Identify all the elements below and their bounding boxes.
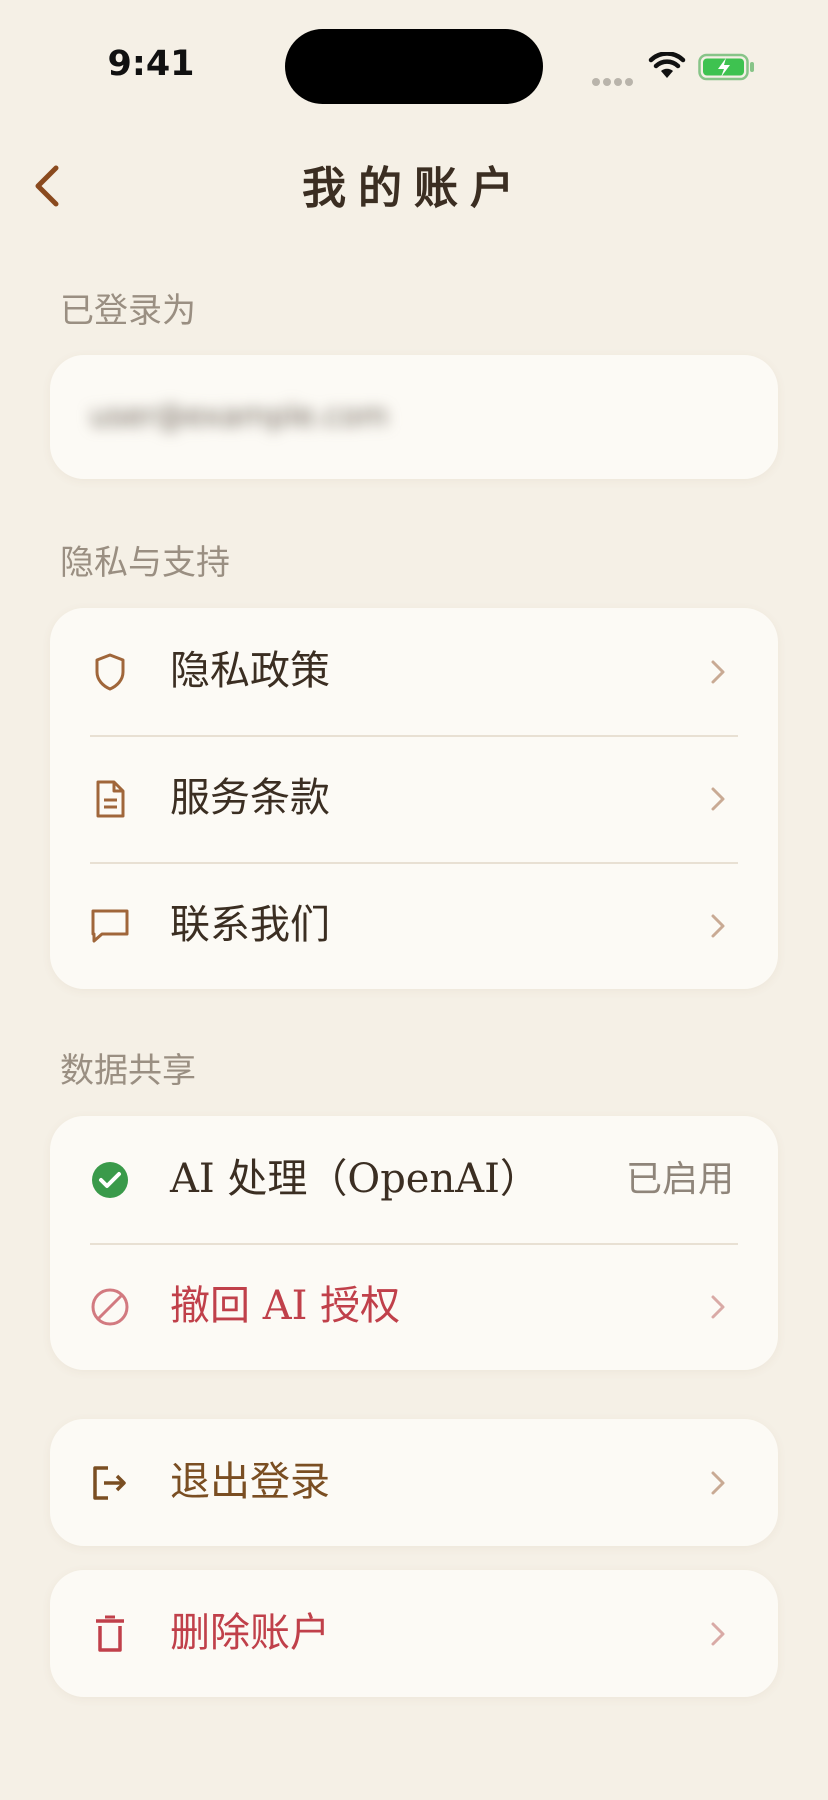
status-time: 9:41: [107, 44, 195, 84]
cellular-signal-icon: [592, 71, 636, 90]
logout-icon: [90, 1463, 130, 1503]
section-label-data-sharing: 数据共享: [60, 1051, 196, 1091]
logout-button[interactable]: 退出登录: [50, 1419, 778, 1546]
trash-icon: [90, 1614, 130, 1654]
privacy-policy-row[interactable]: 隐私政策: [50, 608, 778, 735]
battery-charging-icon: [698, 53, 754, 81]
logout-card: 退出登录: [50, 1419, 778, 1546]
data-sharing-card: AI 处理（OpenAI） 已启用 撤回 AI 授权: [50, 1116, 778, 1370]
chevron-right-icon: [711, 1295, 725, 1319]
terms-of-service-row[interactable]: 服务条款: [50, 735, 778, 862]
ai-processing-row: AI 处理（OpenAI） 已启用: [50, 1116, 778, 1243]
wifi-icon: [648, 52, 686, 78]
chat-bubble-icon: [90, 906, 130, 946]
contact-us-row[interactable]: 联系我们: [50, 862, 778, 989]
account-email-card: user@example.com: [50, 355, 778, 479]
section-label-account: 已登录为: [60, 291, 196, 331]
prohibited-icon: [90, 1287, 130, 1327]
logout-label: 退出登录: [170, 1459, 330, 1505]
shield-icon: [90, 652, 130, 692]
terms-of-service-label: 服务条款: [170, 775, 330, 821]
chevron-right-icon: [711, 1622, 725, 1646]
document-icon: [90, 779, 130, 819]
privacy-policy-label: 隐私政策: [170, 648, 330, 694]
revoke-ai-consent-row[interactable]: 撤回 AI 授权: [50, 1243, 778, 1370]
chevron-right-icon: [711, 914, 725, 938]
privacy-support-card: 隐私政策 服务条款 联系我们: [50, 608, 778, 989]
delete-account-card: 删除账户: [50, 1570, 778, 1697]
account-email: user@example.com: [90, 399, 389, 434]
ai-processing-status: 已启用: [625, 1159, 734, 1200]
status-bar: 9:41: [0, 0, 828, 130]
chevron-right-icon: [711, 660, 725, 684]
check-circle-icon: [90, 1160, 130, 1200]
chevron-right-icon: [711, 787, 725, 811]
contact-us-label: 联系我们: [170, 902, 330, 948]
delete-account-label: 删除账户: [170, 1610, 330, 1656]
page-title: 我的账户: [302, 163, 526, 214]
ai-processing-label: AI 处理（OpenAI）: [170, 1156, 540, 1202]
section-label-privacy: 隐私与支持: [60, 543, 230, 583]
dynamic-island: [285, 29, 543, 104]
revoke-ai-consent-label: 撤回 AI 授权: [170, 1283, 401, 1329]
chevron-right-icon: [711, 1471, 725, 1495]
delete-account-button[interactable]: 删除账户: [50, 1570, 778, 1697]
